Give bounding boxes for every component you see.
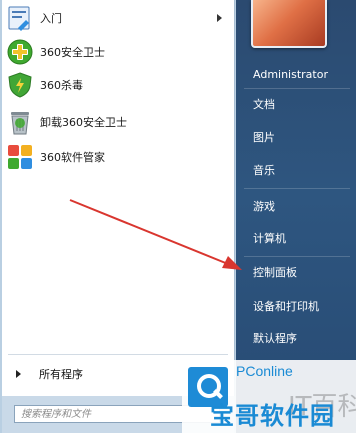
user-name-link[interactable]: Administrator bbox=[244, 62, 350, 86]
watermark-text: 宝哥软件园 bbox=[210, 402, 335, 430]
link-label: 文档 bbox=[253, 98, 275, 111]
link-documents[interactable]: 文档 bbox=[244, 92, 350, 116]
user-name-label: Administrator bbox=[253, 67, 328, 81]
program-label: 360软件管家 bbox=[40, 151, 105, 164]
link-devices-printers[interactable]: 设备和打印机 bbox=[244, 294, 350, 318]
360-antivirus-icon bbox=[6, 71, 34, 99]
program-label: 卸载360安全卫士 bbox=[40, 116, 127, 129]
link-label: 图片 bbox=[253, 131, 275, 144]
link-default-programs[interactable]: 默认程序 bbox=[244, 326, 350, 350]
360-software-manager-icon bbox=[6, 143, 34, 171]
program-360-safeguard[interactable]: 360安全卫士 bbox=[6, 36, 228, 68]
360-safeguard-icon bbox=[6, 38, 34, 66]
link-games[interactable]: 游戏 bbox=[244, 194, 350, 218]
link-label: 音乐 bbox=[253, 164, 275, 177]
programs-panel: 入门 360安全卫士 360杀毒 卸载360安全卫士 360软件管家 所有程序 bbox=[2, 0, 235, 396]
link-pictures[interactable]: 图片 bbox=[244, 125, 350, 149]
program-360-software-manager[interactable]: 360软件管家 bbox=[6, 141, 228, 173]
triangle-right-icon bbox=[16, 370, 21, 378]
uninstall-icon bbox=[6, 108, 34, 136]
program-getting-started[interactable]: 入门 bbox=[6, 2, 228, 34]
link-music[interactable]: 音乐 bbox=[244, 158, 350, 182]
separator bbox=[244, 256, 350, 257]
link-label: 默认程序 bbox=[253, 332, 297, 345]
program-label: 入门 bbox=[40, 12, 62, 25]
separator bbox=[244, 88, 350, 89]
link-label: 设备和打印机 bbox=[253, 300, 319, 313]
watermark-brand: PConline bbox=[236, 363, 293, 379]
all-programs-label: 所有程序 bbox=[39, 368, 83, 381]
link-computer[interactable]: 计算机 bbox=[244, 226, 350, 250]
link-label: 游戏 bbox=[253, 200, 275, 213]
link-control-panel[interactable]: 控制面板 bbox=[244, 260, 350, 284]
program-label: 360杀毒 bbox=[40, 79, 83, 92]
program-label: 360安全卫士 bbox=[40, 46, 105, 59]
program-360-antivirus[interactable]: 360杀毒 bbox=[6, 69, 228, 101]
submenu-arrow-icon bbox=[217, 14, 222, 22]
user-picture[interactable] bbox=[251, 0, 327, 48]
program-uninstall-360[interactable]: 卸载360安全卫士 bbox=[6, 106, 228, 138]
separator bbox=[8, 354, 228, 355]
separator bbox=[244, 188, 350, 189]
link-label: 计算机 bbox=[253, 232, 286, 245]
link-label: 控制面板 bbox=[253, 266, 297, 279]
getting-started-icon bbox=[6, 4, 34, 32]
